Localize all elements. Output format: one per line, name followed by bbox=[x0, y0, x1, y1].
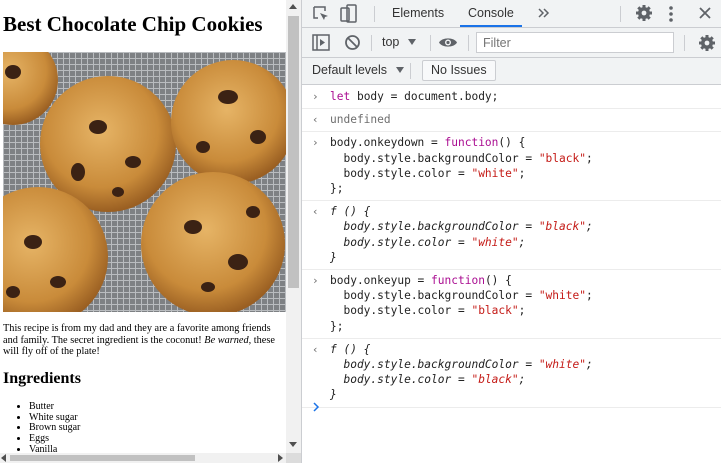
console-code: body.onkeydown = function() { body.style… bbox=[330, 136, 593, 196]
console-input-entry[interactable]: › let body = document.body; bbox=[302, 86, 721, 110]
console-levels-bar: Default levels No Issues bbox=[302, 58, 721, 85]
scroll-left-arrow-icon[interactable] bbox=[1, 454, 6, 462]
toolbar-divider bbox=[410, 63, 411, 79]
intro-emphasis: Be warned, bbox=[204, 334, 252, 346]
result-arrow-icon: ‹ bbox=[312, 113, 319, 127]
page-vertical-scrollbar[interactable] bbox=[286, 0, 301, 453]
toolbar-divider bbox=[684, 35, 685, 51]
toolbar-divider bbox=[468, 35, 469, 51]
recipe-intro: This recipe is from my dad and they are … bbox=[3, 323, 283, 358]
scroll-up-arrow-icon[interactable] bbox=[289, 4, 297, 9]
more-tabs-chevron-icon[interactable] bbox=[538, 7, 550, 19]
clear-console-icon[interactable] bbox=[344, 34, 361, 51]
toolbar-divider bbox=[430, 35, 431, 51]
result-arrow-icon: ‹ bbox=[312, 205, 319, 219]
cookie-photo-image bbox=[3, 52, 286, 312]
dropdown-arrow-icon bbox=[407, 39, 416, 45]
scroll-down-arrow-icon[interactable] bbox=[289, 442, 297, 447]
more-options-icon[interactable] bbox=[668, 5, 674, 23]
close-devtools-icon[interactable] bbox=[699, 7, 711, 19]
cookie-photo bbox=[3, 52, 286, 312]
result-arrow-icon: ‹ bbox=[312, 342, 319, 356]
console-output[interactable]: › let body = document.body; ‹ undefined › bod… bbox=[302, 86, 721, 463]
console-toolbar: top bbox=[302, 28, 721, 58]
settings-gear-icon[interactable] bbox=[635, 4, 653, 22]
inspect-element-icon[interactable] bbox=[312, 5, 330, 23]
toolbar-divider bbox=[620, 6, 621, 22]
ingredients-heading: Ingredients bbox=[3, 370, 81, 387]
devtools-panel: Elements Console top Filter Default leve… bbox=[301, 0, 721, 463]
console-input-entry[interactable]: › body.onkeydown = function() { body.styl… bbox=[302, 132, 721, 202]
page-viewport: Best Chocolate Chip Cookies This recipe … bbox=[0, 0, 286, 453]
default-levels-dropdown[interactable]: Default levels bbox=[312, 63, 404, 77]
device-toolbar-icon[interactable] bbox=[340, 4, 358, 24]
tab-elements[interactable]: Elements bbox=[384, 0, 452, 27]
input-chevron-icon: › bbox=[312, 136, 319, 150]
input-chevron-icon: › bbox=[312, 90, 319, 103]
dropdown-arrow-icon bbox=[395, 67, 404, 73]
scrollbar-corner bbox=[286, 453, 301, 463]
console-code: f () { body.style.backgroundColor = "bla… bbox=[330, 205, 593, 264]
console-prompt-icon[interactable] bbox=[312, 402, 322, 412]
console-result-entry[interactable]: ‹ undefined bbox=[302, 109, 721, 133]
show-sidebar-icon[interactable] bbox=[312, 34, 330, 51]
console-code: undefined bbox=[330, 113, 391, 127]
console-code: f () { body.style.backgroundColor = "whi… bbox=[330, 342, 593, 402]
context-select[interactable]: top bbox=[382, 35, 416, 49]
scroll-right-arrow-icon[interactable] bbox=[278, 454, 283, 462]
console-result-entry[interactable]: ‹ f () { body.style.backgroundColor = "bl… bbox=[302, 201, 721, 271]
page-horizontal-scrollbar[interactable] bbox=[0, 453, 286, 463]
toolbar-divider bbox=[374, 6, 375, 22]
console-settings-gear-icon[interactable] bbox=[698, 34, 716, 52]
no-issues-button[interactable]: No Issues bbox=[422, 60, 496, 81]
ingredient-item: Vanilla bbox=[29, 444, 80, 453]
toolbar-divider bbox=[371, 35, 372, 51]
devtools-tabbar: Elements Console bbox=[302, 0, 721, 28]
console-result-entry[interactable]: ‹ f () { body.style.backgroundColor = "wh… bbox=[302, 339, 721, 408]
filter-input[interactable] bbox=[476, 32, 674, 53]
scroll-thumb[interactable] bbox=[288, 16, 299, 288]
tab-console[interactable]: Console bbox=[460, 0, 522, 27]
console-code: let body = document.body; bbox=[330, 90, 499, 103]
console-input-entry[interactable]: › body.onkeyup = function() { body.style.… bbox=[302, 270, 721, 339]
default-levels-label: Default levels bbox=[312, 63, 388, 77]
live-expression-eye-icon[interactable] bbox=[438, 36, 458, 49]
ingredients-list: Butter White sugar Brown sugar Eggs Vani… bbox=[29, 401, 80, 453]
console-code: body.onkeyup = function() { body.style.b… bbox=[330, 274, 593, 333]
page-title: Best Chocolate Chip Cookies bbox=[3, 12, 263, 36]
context-value: top bbox=[382, 35, 400, 49]
console-entries: › let body = document.body; ‹ undefined › bod… bbox=[302, 86, 721, 408]
scroll-thumb[interactable] bbox=[10, 455, 195, 461]
input-chevron-icon: › bbox=[312, 274, 319, 288]
